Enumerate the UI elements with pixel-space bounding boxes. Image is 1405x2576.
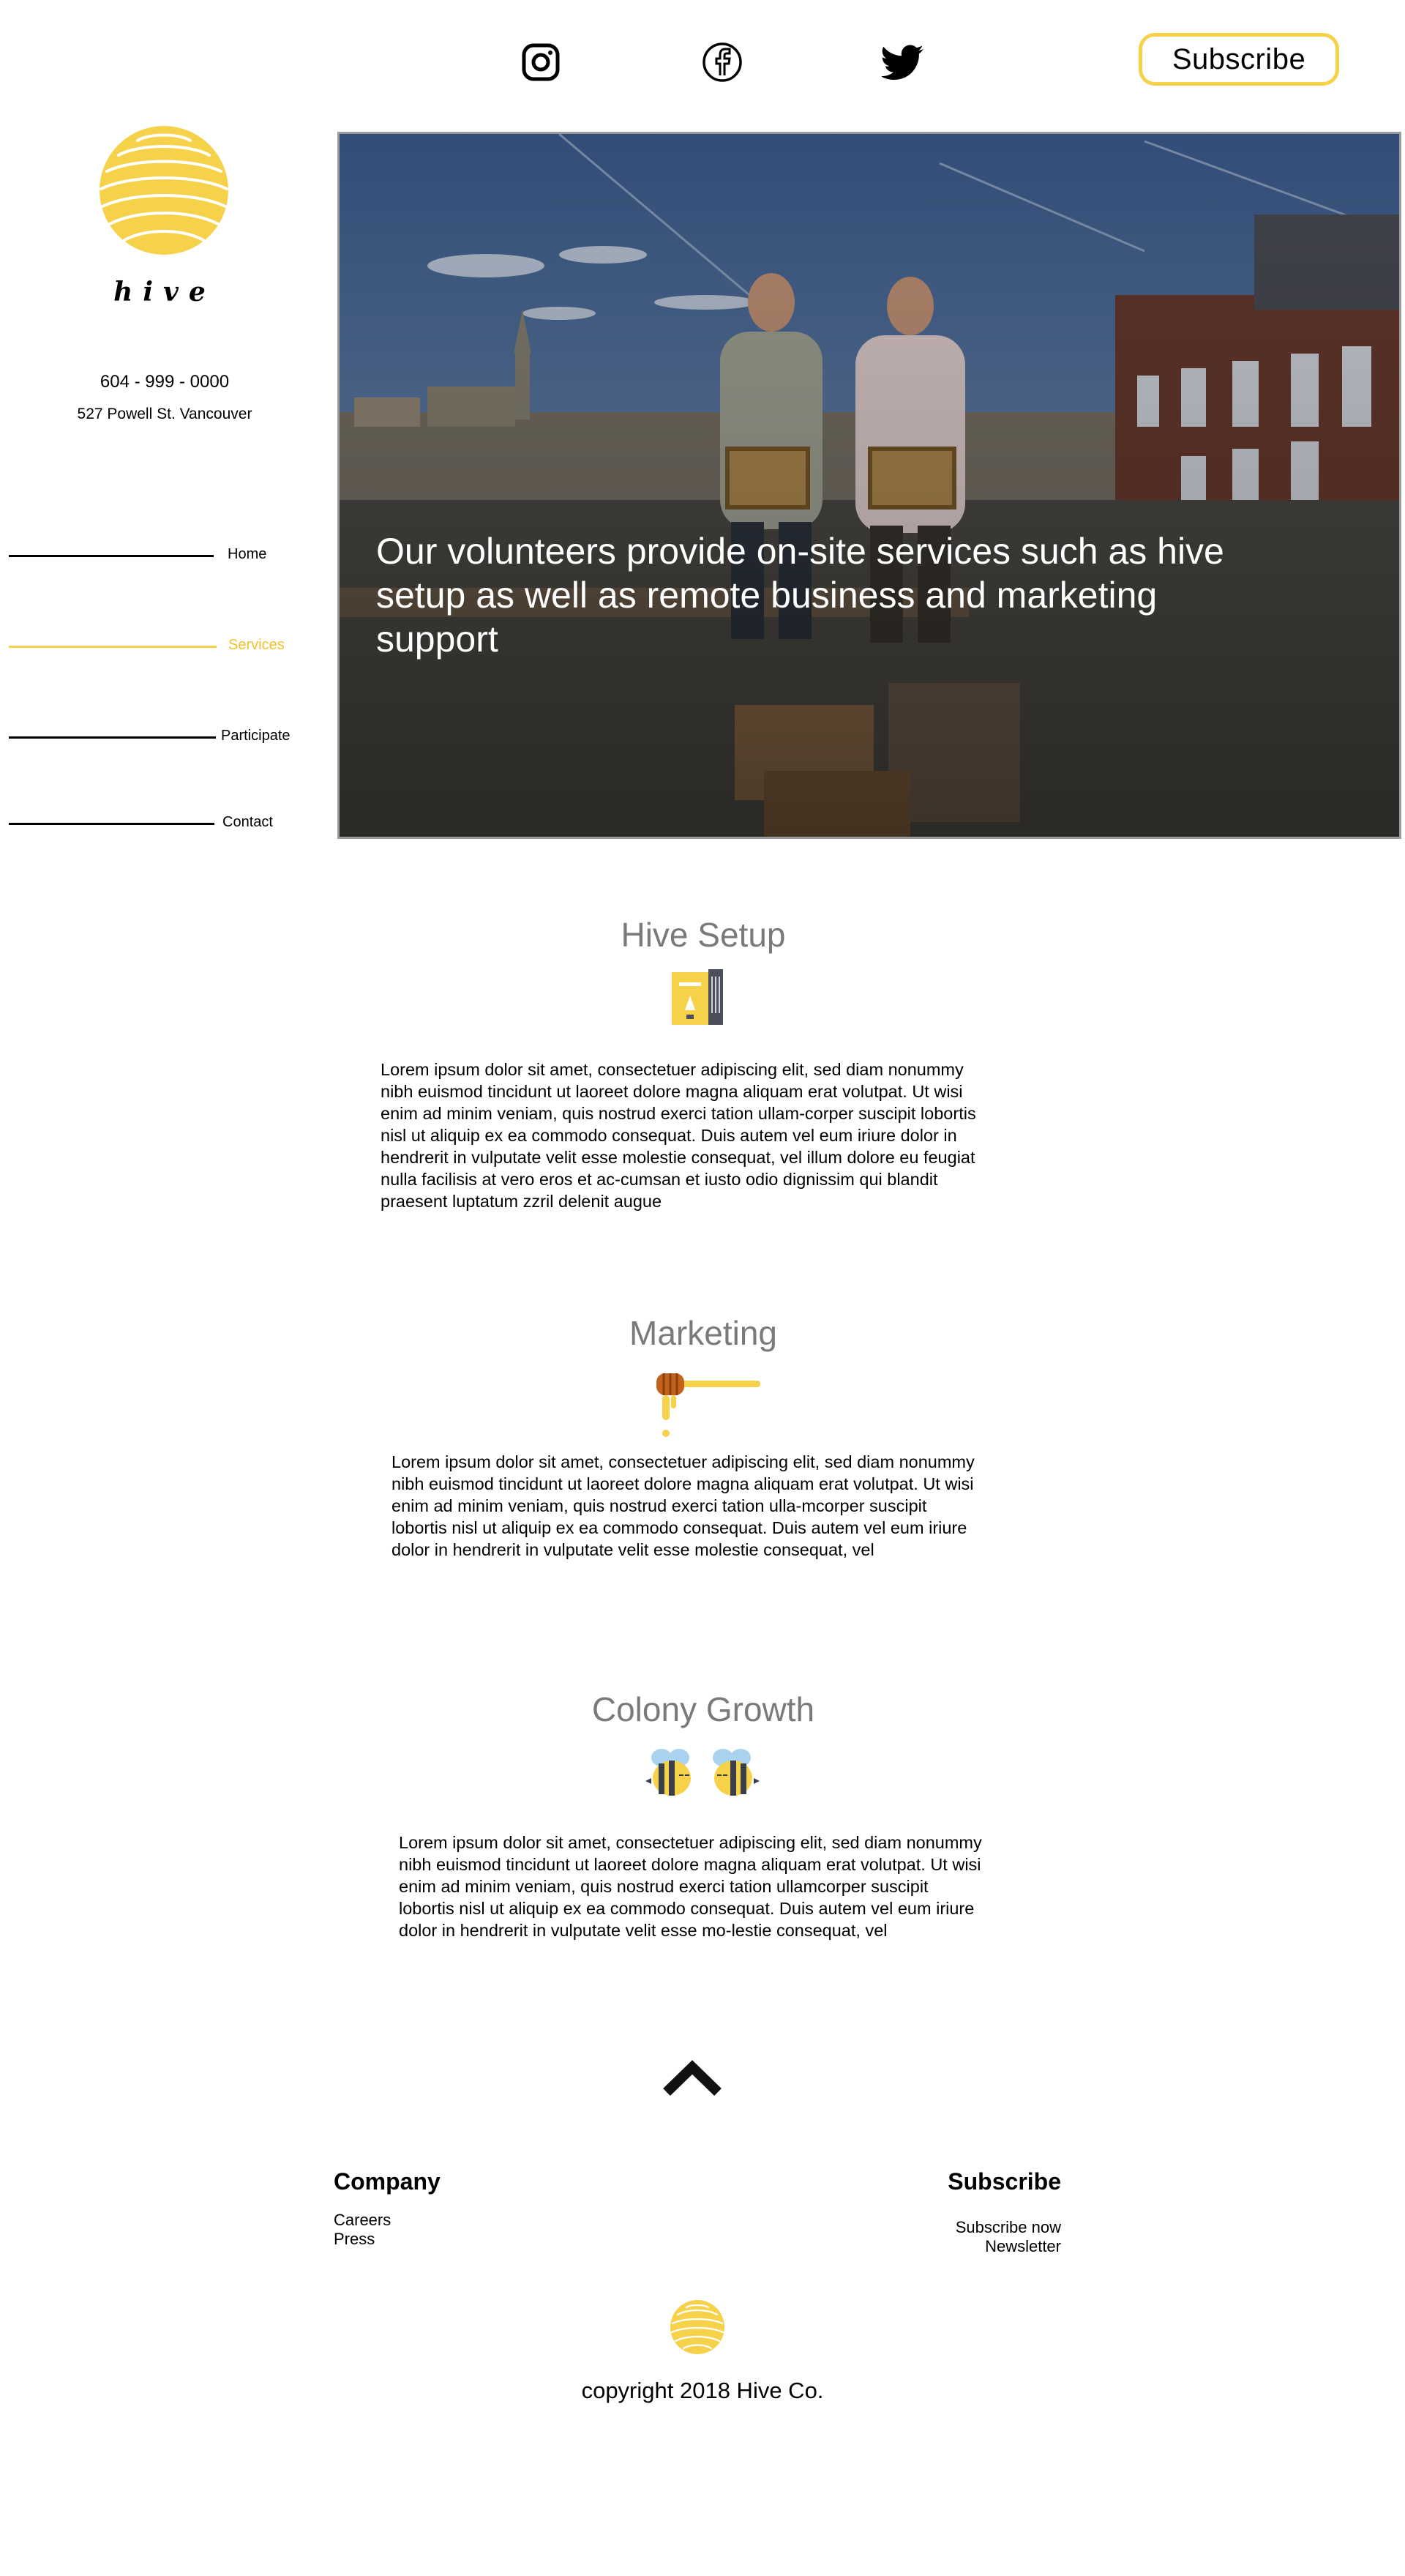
nav-label: Contact bbox=[222, 814, 273, 830]
nav-label: Participate bbox=[221, 728, 291, 744]
footer-link-press[interactable]: Press bbox=[334, 2230, 375, 2249]
nav-label: Home bbox=[228, 546, 267, 562]
nav-item-contact[interactable]: Contact bbox=[0, 810, 337, 839]
section-title-hive-setup: Hive Setup bbox=[621, 916, 786, 954]
beehive-box-icon bbox=[672, 969, 723, 1025]
footer-link-careers[interactable]: Careers bbox=[334, 2211, 391, 2230]
hive-logo[interactable] bbox=[97, 123, 231, 258]
copyright: copyright 2018 Hive Co. bbox=[581, 2378, 824, 2403]
twitter-icon[interactable] bbox=[881, 40, 925, 84]
nav-item-home[interactable]: Home bbox=[0, 542, 337, 571]
section-body-colony-growth: Lorem ipsum dolor sit amet, consectetuer… bbox=[399, 1833, 982, 1940]
footer-company-heading: Company bbox=[334, 2168, 441, 2195]
nav-label: Services bbox=[228, 637, 285, 653]
nav-line bbox=[9, 646, 217, 648]
back-to-top-icon[interactable] bbox=[662, 2058, 722, 2097]
honey-dipper-icon bbox=[655, 1369, 761, 1442]
nav-item-participate[interactable]: Participate bbox=[0, 723, 337, 753]
hero-photo bbox=[340, 134, 1399, 837]
footer-subscribe-heading: Subscribe bbox=[948, 2168, 1061, 2195]
facebook-icon[interactable] bbox=[700, 40, 744, 84]
nav-line bbox=[9, 823, 214, 825]
nav-line bbox=[9, 736, 216, 739]
address: 527 Powell St. Vancouver bbox=[77, 406, 252, 422]
section-body-hive-setup: Lorem ipsum dolor sit amet, consectetuer… bbox=[381, 1060, 976, 1211]
footer-link-newsletter[interactable]: Newsletter bbox=[985, 2237, 1061, 2256]
nav-line bbox=[9, 555, 214, 557]
section-title-marketing: Marketing bbox=[629, 1314, 777, 1352]
instagram-icon[interactable] bbox=[519, 40, 563, 84]
subscribe-button[interactable]: Subscribe bbox=[1139, 33, 1339, 86]
brand-name: hive bbox=[113, 277, 216, 307]
hero-caption: Our volunteers provide on-site services … bbox=[376, 531, 1224, 660]
bees-icon bbox=[645, 1746, 763, 1801]
nav-item-services[interactable]: Services bbox=[0, 632, 337, 662]
footer-link-subscribe-now[interactable]: Subscribe now bbox=[956, 2218, 1061, 2237]
hero-banner: Our volunteers provide on-site services … bbox=[337, 132, 1401, 839]
phone-number: 604 - 999 - 0000 bbox=[100, 372, 230, 392]
section-title-colony-growth: Colony Growth bbox=[591, 1690, 815, 1728]
section-body-marketing: Lorem ipsum dolor sit amet, consectetuer… bbox=[391, 1452, 975, 1559]
footer-hive-logo bbox=[669, 2299, 726, 2356]
